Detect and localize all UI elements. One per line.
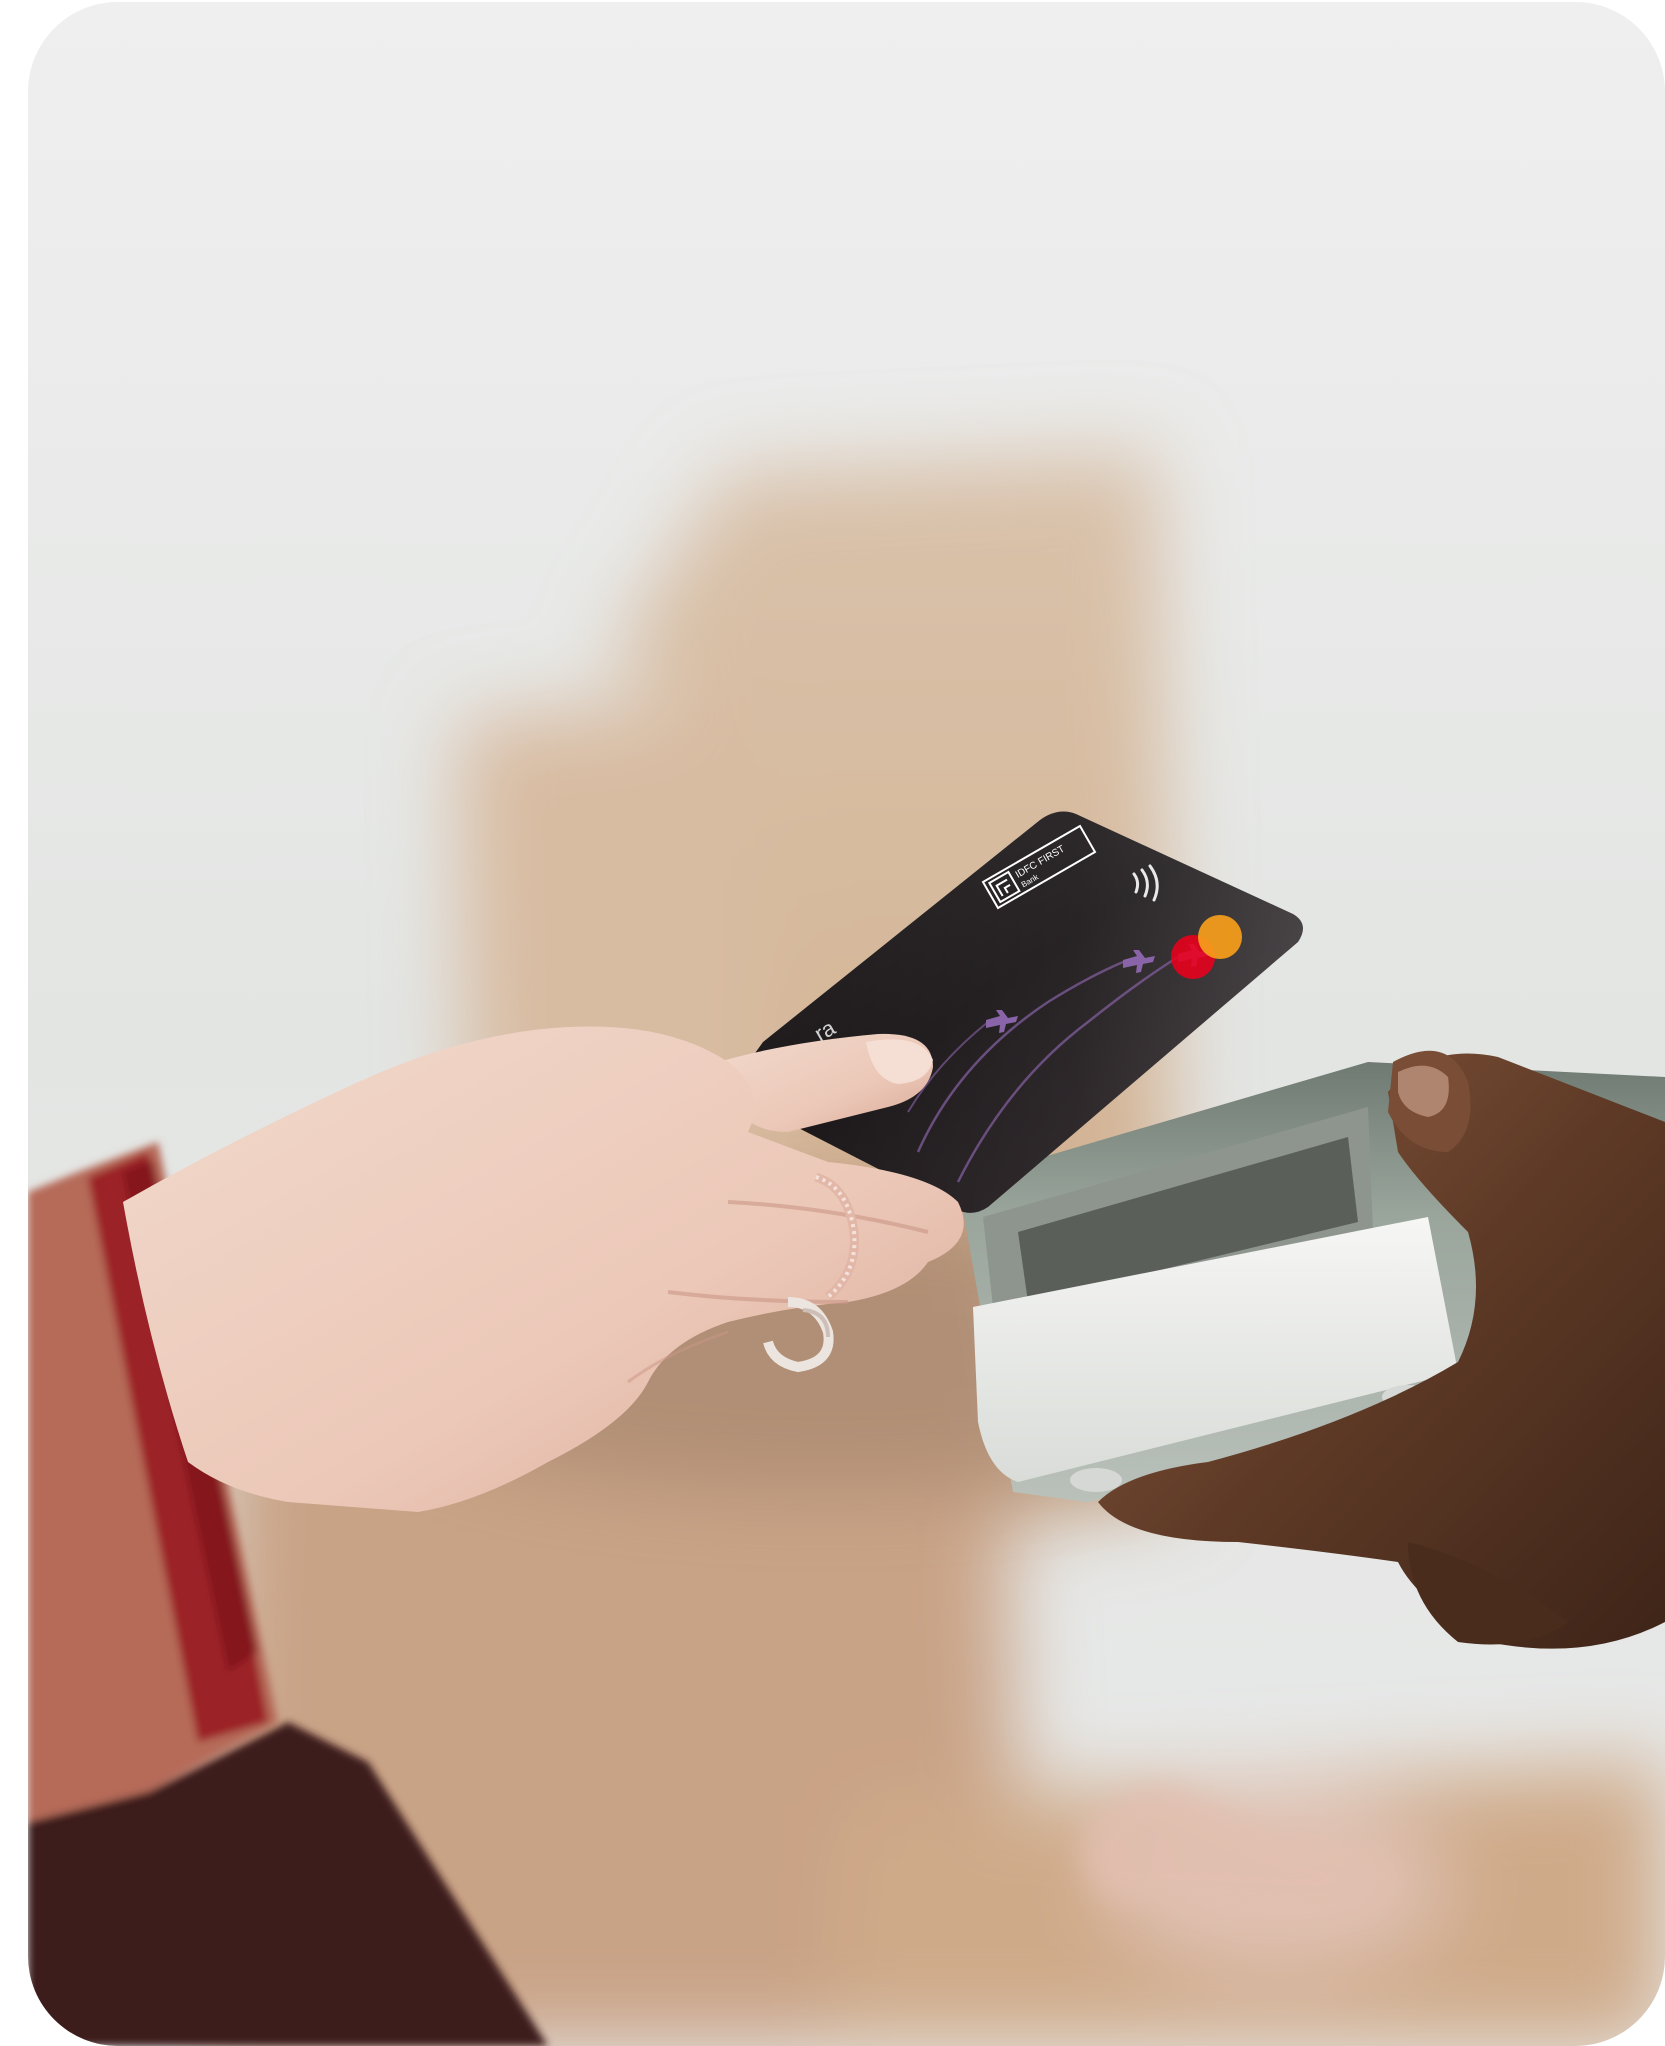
contactless-payment-photo: IDFC FIRST Bank ra xyxy=(28,2,1665,2046)
mastercard-orange-circle xyxy=(1198,915,1242,959)
photo-frame: IDFC FIRST Bank ra xyxy=(28,2,1665,2046)
